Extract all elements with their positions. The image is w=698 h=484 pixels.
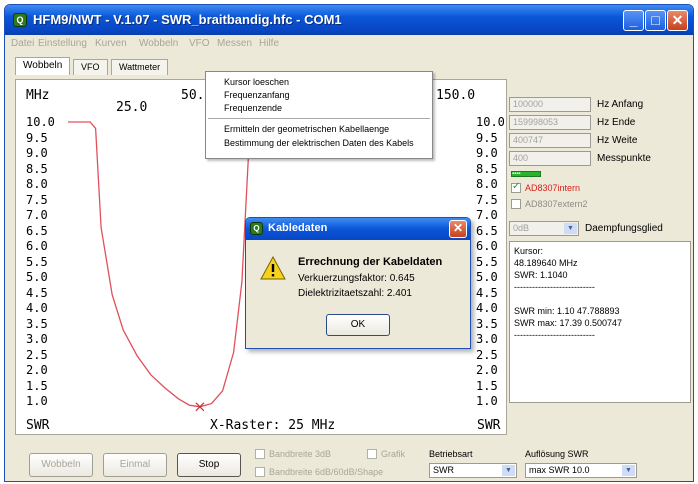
daempfung-select[interactable]: 0dB ▼ bbox=[509, 221, 579, 236]
title-bar[interactable]: Q HFM9/NWT - V.1.07 - SWR_braitbandig.hf… bbox=[5, 5, 693, 35]
bandbreite-3db-label: Bandbreite 3dB bbox=[269, 449, 332, 459]
info-line: 48.189640 MHz bbox=[514, 258, 578, 268]
messpunkte-label: Messpunkte bbox=[597, 153, 651, 164]
swr-curve bbox=[68, 121, 251, 408]
ad8307extern-label: AD8307extern2 bbox=[525, 199, 588, 209]
hz-weite-label: Hz Weite bbox=[597, 135, 638, 146]
chevron-down-icon: ▼ bbox=[502, 465, 515, 476]
main-window: Q HFM9/NWT - V.1.07 - SWR_braitbandig.hf… bbox=[4, 4, 694, 482]
menu-bar: Datei Einstellung Kurven Wobbeln VFO Mes… bbox=[5, 35, 693, 53]
bottom-toolbar: Wobbeln Einmal Stop Bandbreite 3dB Grafi… bbox=[5, 441, 693, 481]
daempfung-value: 0dB bbox=[513, 223, 530, 233]
hz-anfang-label: Hz Anfang bbox=[597, 99, 644, 110]
menu-einstellung[interactable]: Einstellung bbox=[38, 38, 87, 49]
ad8307intern-checkbox[interactable]: ✓ bbox=[511, 181, 521, 193]
bandbreite-6db-label: Bandbreite 6dB/60dB/Shape bbox=[269, 467, 384, 477]
menu-kurven[interactable]: Kurven bbox=[95, 38, 127, 49]
x-raster-label: X-Raster: 25 MHz bbox=[210, 418, 336, 433]
menu-item-kabeldaten[interactable]: Bestimmung der elektrischen Daten des Ka… bbox=[224, 138, 414, 148]
progress-indicator: ▪▪▪▪ bbox=[511, 171, 541, 177]
chevron-down-icon: ▼ bbox=[622, 465, 635, 476]
hz-ende-input[interactable]: 159998053 bbox=[509, 115, 591, 130]
hz-anfang-input[interactable]: 100000 bbox=[509, 97, 591, 112]
menu-item-kursor-loeschen[interactable]: Kursor loeschen bbox=[224, 77, 289, 87]
info-line bbox=[514, 293, 686, 305]
messpunkte-input[interactable]: 400 bbox=[509, 151, 591, 166]
menu-vfo[interactable]: VFO bbox=[189, 38, 210, 49]
dialog-heading: Errechnung der Kabeldaten bbox=[298, 256, 443, 268]
y-label-right: SWR bbox=[477, 418, 501, 433]
aufloesung-value: max SWR 10.0 bbox=[529, 465, 590, 475]
bandbreite-6db-checkbox[interactable] bbox=[255, 467, 265, 477]
dialog-title: Kabledaten bbox=[268, 222, 328, 234]
dialog-title-bar[interactable]: Q Kabledaten ✕ bbox=[246, 218, 470, 240]
hz-weite-input[interactable]: 400747 bbox=[509, 133, 591, 148]
cursor-info-box: Kursor: 48.189640 MHz SWR: 1.1040 ------… bbox=[509, 241, 691, 403]
aufloesung-label: Auflösung SWR bbox=[525, 449, 589, 459]
menu-datei[interactable]: Datei bbox=[11, 38, 34, 49]
tab-wobbeln[interactable]: Wobbeln bbox=[15, 57, 71, 75]
grafik-checkbox[interactable] bbox=[367, 449, 377, 459]
tab-wattmeter[interactable]: Wattmeter bbox=[111, 59, 169, 75]
info-line: SWR min: 1.10 47.788893 bbox=[514, 306, 620, 316]
kabeldaten-dialog: Q Kabledaten ✕ Errechnung der Kabeldaten… bbox=[245, 217, 471, 349]
info-line: SWR: 1.1040 bbox=[514, 270, 568, 280]
menu-separator bbox=[208, 118, 430, 119]
info-line: Kursor: bbox=[514, 246, 544, 256]
ad8307intern-label: AD8307intern bbox=[525, 183, 581, 193]
context-menu: Kursor loeschen Frequenzanfang Frequenze… bbox=[205, 71, 433, 159]
menu-item-kabellaenge[interactable]: Ermitteln der geometrischen Kabellaenge bbox=[224, 124, 389, 134]
menu-item-frequenzanfang[interactable]: Frequenzanfang bbox=[224, 90, 290, 100]
chevron-down-icon: ▼ bbox=[564, 223, 577, 234]
menu-messen[interactable]: Messen bbox=[217, 38, 252, 49]
minimize-button[interactable]: _ bbox=[623, 10, 644, 31]
ok-button[interactable]: OK bbox=[326, 314, 390, 336]
dialog-line-1: Verkuerzungsfaktor: 0.645 bbox=[298, 273, 415, 284]
dialog-line-2: Dielektrizitaetszahl: 2.401 bbox=[298, 288, 412, 299]
menu-hilfe[interactable]: Hilfe bbox=[259, 38, 279, 49]
menu-wobbeln[interactable]: Wobbeln bbox=[139, 38, 178, 49]
tab-vfo[interactable]: VFO bbox=[73, 59, 108, 75]
betriebsart-value: SWR bbox=[433, 465, 454, 475]
einmal-button[interactable]: Einmal bbox=[103, 453, 167, 477]
info-line: --------------------------- bbox=[514, 330, 595, 340]
window-title: HFM9/NWT - V.1.07 - SWR_braitbandig.hfc … bbox=[33, 12, 342, 27]
grafik-label: Grafik bbox=[381, 449, 406, 459]
app-icon: Q bbox=[13, 13, 27, 27]
info-line: SWR max: 17.39 0.500747 bbox=[514, 318, 623, 328]
betriebsart-select[interactable]: SWR ▼ bbox=[429, 463, 517, 478]
close-button[interactable]: ✕ bbox=[667, 10, 688, 31]
warning-icon bbox=[260, 256, 286, 280]
betriebsart-label: Betriebsart bbox=[429, 449, 473, 459]
stop-button[interactable]: Stop bbox=[177, 453, 241, 477]
y-label-left: SWR bbox=[26, 418, 50, 433]
bandbreite-3db-checkbox[interactable] bbox=[255, 449, 265, 459]
info-line: --------------------------- bbox=[514, 282, 595, 292]
wobbeln-button[interactable]: Wobbeln bbox=[29, 453, 93, 477]
menu-item-frequenzende[interactable]: Frequenzende bbox=[224, 103, 282, 113]
dialog-app-icon: Q bbox=[250, 222, 263, 235]
maximize-button[interactable]: □ bbox=[645, 10, 666, 31]
daempfung-label: Daempfungsglied bbox=[585, 223, 663, 234]
ad8307extern-checkbox[interactable] bbox=[511, 199, 521, 209]
dialog-close-button[interactable]: ✕ bbox=[449, 220, 467, 238]
aufloesung-select[interactable]: max SWR 10.0 ▼ bbox=[525, 463, 637, 478]
hz-ende-label: Hz Ende bbox=[597, 117, 636, 128]
